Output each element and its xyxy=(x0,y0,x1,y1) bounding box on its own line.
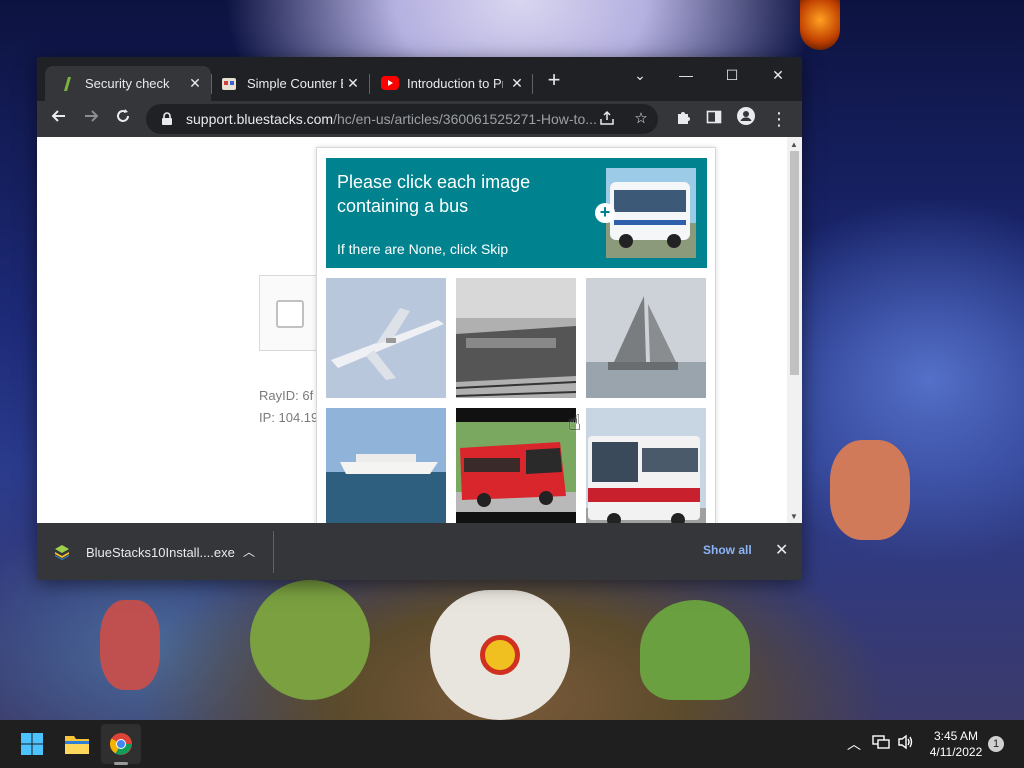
file-explorer-icon[interactable] xyxy=(61,728,93,760)
page-scrollbar[interactable]: ▲ ▼ xyxy=(787,137,802,523)
divider xyxy=(273,531,274,573)
browser-window: Security check ✕ Simple Counter Bu ✕ Int… xyxy=(37,57,802,580)
profile-icon[interactable] xyxy=(734,107,758,131)
side-panel-icon[interactable] xyxy=(702,107,726,131)
enlarge-example-icon[interactable]: + xyxy=(595,203,615,223)
captcha-prompt: Please click each image containing a bus xyxy=(337,172,531,216)
show-all-button[interactable]: Show all xyxy=(703,543,752,557)
cloudflare-icon xyxy=(59,76,75,92)
wallpaper-character xyxy=(250,580,370,700)
wallpaper-character xyxy=(640,600,750,700)
chrome-icon[interactable] xyxy=(105,728,137,760)
download-item[interactable]: BlueStacks10Install....exe xyxy=(53,537,273,567)
wallpaper-character xyxy=(830,440,910,540)
network-icon[interactable] xyxy=(872,734,890,753)
system-clock[interactable]: 3:45 AM 4/11/2022 xyxy=(922,728,990,760)
close-tab-icon[interactable]: ✕ xyxy=(509,75,525,91)
chevron-up-icon[interactable]: ︿ xyxy=(847,734,861,754)
reload-icon xyxy=(117,109,129,122)
notification-badge[interactable]: 1 xyxy=(988,736,1004,752)
extensions-icon[interactable] xyxy=(671,107,695,131)
tab-label: Simple Counter Bu xyxy=(247,76,343,91)
captcha-header: Please click each image containing a bus… xyxy=(326,158,707,268)
back-arrow-icon xyxy=(51,110,65,122)
close-window-button[interactable]: ✕ xyxy=(755,61,801,89)
example-bus-image xyxy=(606,168,696,258)
page-content: RayID: 6f IP: 104.19 Please click each i… xyxy=(37,137,802,523)
bluestacks-installer-icon xyxy=(53,543,71,561)
tab-youtube[interactable]: Introduction to Pr ✕ xyxy=(367,66,533,101)
taskbar: ︿ 3:45 AM 4/11/2022 1 xyxy=(0,720,1024,768)
captcha-skip-hint: If there are None, click Skip xyxy=(337,241,509,257)
forward-button[interactable] xyxy=(79,107,103,131)
tab-label: Security check xyxy=(85,76,170,91)
volume-icon[interactable] xyxy=(897,734,915,753)
captcha-tile-red-bus-1[interactable] xyxy=(456,408,576,523)
minimize-button[interactable]: — xyxy=(663,61,709,89)
share-icon[interactable] xyxy=(598,110,616,128)
maximize-button[interactable]: ☐ xyxy=(709,61,755,89)
clock-date: 4/11/2022 xyxy=(929,745,983,759)
clock-time: 3:45 AM xyxy=(933,729,979,743)
ray-id-text: RayID: 6f xyxy=(259,388,314,403)
tab-security-check[interactable]: Security check ✕ xyxy=(45,66,211,101)
site-icon xyxy=(221,76,237,92)
captcha-popup: Please click each image containing a bus… xyxy=(316,147,716,523)
tab-simple-counter[interactable]: Simple Counter Bu ✕ xyxy=(207,66,369,101)
back-button[interactable] xyxy=(47,107,71,131)
forward-arrow-icon xyxy=(85,110,99,122)
reload-button[interactable] xyxy=(111,107,135,131)
tab-strip: Security check ✕ Simple Counter Bu ✕ Int… xyxy=(37,57,802,101)
url-text: support.bluestacks.com/hc/en-us/articles… xyxy=(186,111,596,127)
captcha-tile-ship[interactable] xyxy=(326,408,446,523)
close-download-bar-icon[interactable]: ✕ xyxy=(775,540,788,560)
more-menu-icon[interactable]: ⋮ xyxy=(767,107,791,131)
bookmark-star-icon[interactable]: ☆ xyxy=(632,110,650,128)
close-tab-icon[interactable]: ✕ xyxy=(187,75,203,91)
captcha-tile-red-bus-2[interactable] xyxy=(586,408,706,523)
close-tab-icon[interactable]: ✕ xyxy=(345,75,361,91)
scrollbar-thumb[interactable] xyxy=(790,151,799,375)
new-tab-button[interactable]: + xyxy=(542,69,566,93)
tab-search-button[interactable]: ⌄ xyxy=(617,61,663,89)
ip-text: IP: 104.19 xyxy=(259,410,319,425)
captcha-tile-train[interactable] xyxy=(456,278,576,398)
captcha-tile-sailboat[interactable] xyxy=(586,278,706,398)
lock-icon xyxy=(160,112,174,126)
browser-toolbar: support.bluestacks.com/hc/en-us/articles… xyxy=(37,101,802,137)
hand-cursor-icon: ☝ xyxy=(568,410,582,435)
wallpaper-character xyxy=(100,600,160,690)
running-indicator xyxy=(114,762,128,765)
chevron-up-icon[interactable]: ︿ xyxy=(243,543,255,560)
download-bar: BlueStacks10Install....exe ︿ Show all ✕ xyxy=(37,523,802,580)
ray-info: RayID: 6f IP: 104.19 xyxy=(259,385,318,429)
youtube-icon xyxy=(381,75,399,92)
tab-label: Introduction to Pr xyxy=(407,76,503,91)
windows-logo-icon xyxy=(21,733,43,755)
verify-checkbox[interactable] xyxy=(276,300,304,328)
download-filename: BlueStacks10Install....exe xyxy=(86,544,235,560)
captcha-tile-airplane[interactable] xyxy=(326,278,446,398)
scroll-up-icon[interactable]: ▲ xyxy=(790,140,798,149)
address-bar[interactable]: support.bluestacks.com/hc/en-us/articles… xyxy=(146,104,658,134)
wallpaper-moon-eye xyxy=(800,0,840,50)
scroll-down-icon[interactable]: ▼ xyxy=(790,512,798,521)
start-button[interactable] xyxy=(16,728,48,760)
